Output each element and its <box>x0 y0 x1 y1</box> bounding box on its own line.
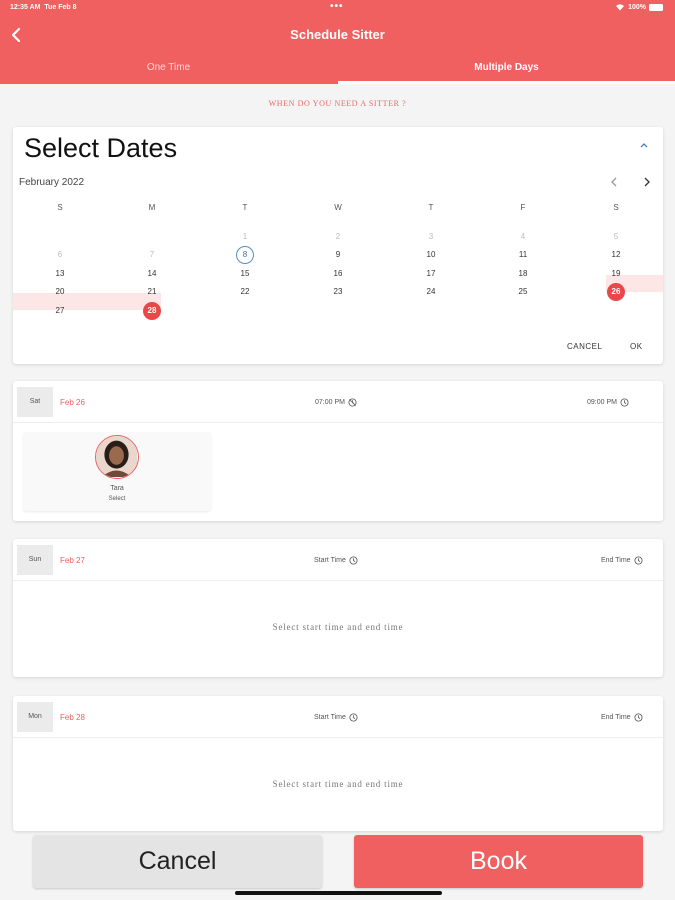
page-title: Schedule Sitter <box>290 27 385 42</box>
calendar-day[interactable]: 16 <box>329 265 347 283</box>
calendar-day[interactable]: 10 <box>422 246 440 264</box>
day-card: Sat Feb 26 07:00 PM 09:00 PM Tara Select <box>13 381 663 521</box>
calendar-day[interactable]: 26 <box>607 283 625 301</box>
person-avatar-icon <box>96 436 137 477</box>
day-card: Mon Feb 28 Start Time End Time Select st… <box>13 696 663 831</box>
weekday-monday: M <box>148 203 156 212</box>
day-card-header: Sat Feb 26 07:00 PM 09:00 PM <box>13 381 663 423</box>
calendar-day[interactable]: 20 <box>51 283 69 301</box>
active-tab-indicator <box>338 81 675 84</box>
select-dates-title: Select Dates <box>24 133 178 163</box>
weekday-wednesday: W <box>334 203 342 212</box>
clock-icon <box>349 713 358 722</box>
end-time-value: End Time <box>601 557 631 564</box>
calendar-day[interactable]: 19 <box>607 265 625 283</box>
date-range-highlight <box>13 293 161 310</box>
wifi-icon <box>616 4 625 11</box>
calendar-day[interactable]: 5 <box>607 228 625 246</box>
weekday-thursday: T <box>428 203 434 212</box>
end-time-value: End Time <box>601 714 631 721</box>
weekday-badge: Mon <box>17 702 53 732</box>
start-time-value: Start Time <box>314 557 346 564</box>
clock-icon <box>620 398 629 407</box>
calendar-day[interactable]: 2 <box>329 228 347 246</box>
end-time-value: 09:00 PM <box>587 399 617 406</box>
weekday-tuesday: T <box>242 203 248 212</box>
tab-one-time[interactable]: One Time <box>0 62 337 73</box>
calendar-day[interactable]: 21 <box>143 283 161 301</box>
start-time-field[interactable]: 07:00 PM <box>315 398 357 407</box>
calendar-day[interactable]: 7 <box>143 246 161 264</box>
calendar-day[interactable]: 9 <box>329 246 347 264</box>
calendar-day[interactable]: 28 <box>143 302 161 320</box>
cancel-button[interactable]: Cancel <box>33 835 322 888</box>
calendar-day[interactable]: 4 <box>514 228 532 246</box>
month-label: February 2022 <box>19 177 85 188</box>
chevron-left-icon[interactable] <box>607 175 621 189</box>
empty-time-message: Select start time and end time <box>272 622 404 632</box>
end-time-field[interactable]: End Time <box>601 713 643 722</box>
calendar-day[interactable]: 27 <box>51 302 69 320</box>
calendar-day[interactable]: 25 <box>514 283 532 301</box>
calendar-day[interactable]: 6 <box>51 246 69 264</box>
book-button[interactable]: Book <box>354 835 643 888</box>
calendar-day[interactable]: 18 <box>514 265 532 283</box>
calendar-ok-button[interactable]: OK <box>630 342 643 351</box>
tab-multiple-days[interactable]: Multiple Days <box>338 62 675 73</box>
day-card: Sun Feb 27 Start Time End Time Select st… <box>13 539 663 677</box>
sitter-option-card[interactable]: Tara Select <box>23 432 211 511</box>
start-time-field[interactable]: Start Time <box>314 556 358 565</box>
calendar-day[interactable]: 13 <box>51 265 69 283</box>
calendar-day[interactable]: 8 <box>236 246 254 264</box>
multitask-dots[interactable]: ••• <box>330 1 344 12</box>
start-time-field[interactable]: Start Time <box>314 713 358 722</box>
end-time-field[interactable]: End Time <box>601 556 643 565</box>
start-time-value: Start Time <box>314 714 346 721</box>
status-right: 100% <box>615 3 663 11</box>
sitter-name: Tara <box>110 485 124 492</box>
day-date: Feb 26 <box>60 398 85 407</box>
clock-icon <box>349 556 358 565</box>
day-date: Feb 28 <box>60 713 85 722</box>
calendar-day[interactable]: 12 <box>607 246 625 264</box>
day-card-header: Sun Feb 27 Start Time End Time <box>13 539 663 581</box>
calendar-day[interactable]: 23 <box>329 283 347 301</box>
calendar-day[interactable]: 17 <box>422 265 440 283</box>
chevron-up-icon[interactable] <box>638 139 650 151</box>
calendar-day[interactable]: 15 <box>236 265 254 283</box>
battery-percent: 100% <box>628 3 646 11</box>
weekday-badge: Sun <box>17 545 53 575</box>
calendar-day[interactable]: 11 <box>514 246 532 264</box>
weekday-saturday: S <box>613 203 619 212</box>
status-bar: 12:35 AM Tue Feb 8 ••• 100% <box>0 0 675 18</box>
calendar-day[interactable]: 14 <box>143 265 161 283</box>
home-indicator[interactable] <box>235 891 442 895</box>
sitter-avatar <box>95 435 139 479</box>
weekday-friday: F <box>520 203 526 212</box>
day-date: Feb 27 <box>60 556 85 565</box>
calendar-day[interactable]: 1 <box>236 228 254 246</box>
sitter-select-button[interactable]: Select <box>23 496 211 502</box>
status-time: 12:35 AM Tue Feb 8 <box>10 4 77 11</box>
chevron-right-icon[interactable] <box>640 175 654 189</box>
clock-off-icon <box>348 398 357 407</box>
weekday-sunday: S <box>57 203 63 212</box>
calendar-cancel-button[interactable]: CANCEL <box>567 342 602 351</box>
end-time-field[interactable]: 09:00 PM <box>587 398 629 407</box>
calendar-day[interactable]: 24 <box>422 283 440 301</box>
clock-icon <box>634 556 643 565</box>
empty-time-message: Select start time and end time <box>272 779 404 789</box>
day-card-header: Mon Feb 28 Start Time End Time <box>13 696 663 738</box>
calendar-day[interactable]: 22 <box>236 283 254 301</box>
weekday-badge: Sat <box>17 387 53 417</box>
battery-icon <box>649 3 663 11</box>
calendar-day[interactable]: 3 <box>422 228 440 246</box>
date-picker-card: Select Dates February 2022 S M T W T F S… <box>13 127 663 364</box>
clock-icon <box>634 713 643 722</box>
app-header: 12:35 AM Tue Feb 8 ••• 100% Schedule Sit… <box>0 0 675 84</box>
start-time-value: 07:00 PM <box>315 399 345 406</box>
sitter-prompt: WHEN DO YOU NEED A SITTER ? <box>268 99 407 108</box>
